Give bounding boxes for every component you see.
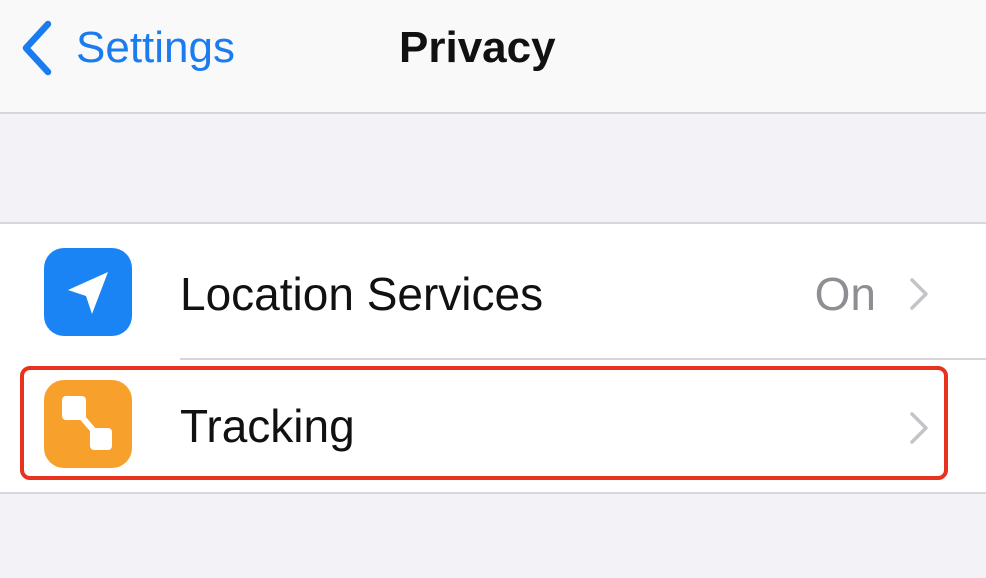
- row-label: Location Services: [180, 268, 544, 320]
- page-title: Privacy: [399, 23, 556, 72]
- navigation-bar: Settings Privacy: [0, 0, 986, 114]
- settings-list: Location Services On Tracking: [0, 222, 986, 494]
- chevron-right-icon: [910, 278, 928, 310]
- chevron-left-icon: [22, 20, 52, 76]
- tracking-icon: [62, 396, 112, 450]
- location-services-app-icon: [44, 248, 132, 336]
- row-label: Tracking: [180, 400, 355, 452]
- chevron-right-icon: [910, 412, 928, 444]
- tracking-app-icon: [44, 380, 132, 468]
- back-button[interactable]: Settings: [18, 18, 235, 78]
- list-item-location-services[interactable]: Location Services On: [0, 224, 986, 360]
- location-arrow-icon: [68, 272, 108, 314]
- list-item-tracking[interactable]: Tracking: [0, 360, 986, 494]
- row-value: On: [814, 268, 876, 320]
- back-button-label: Settings: [76, 23, 235, 72]
